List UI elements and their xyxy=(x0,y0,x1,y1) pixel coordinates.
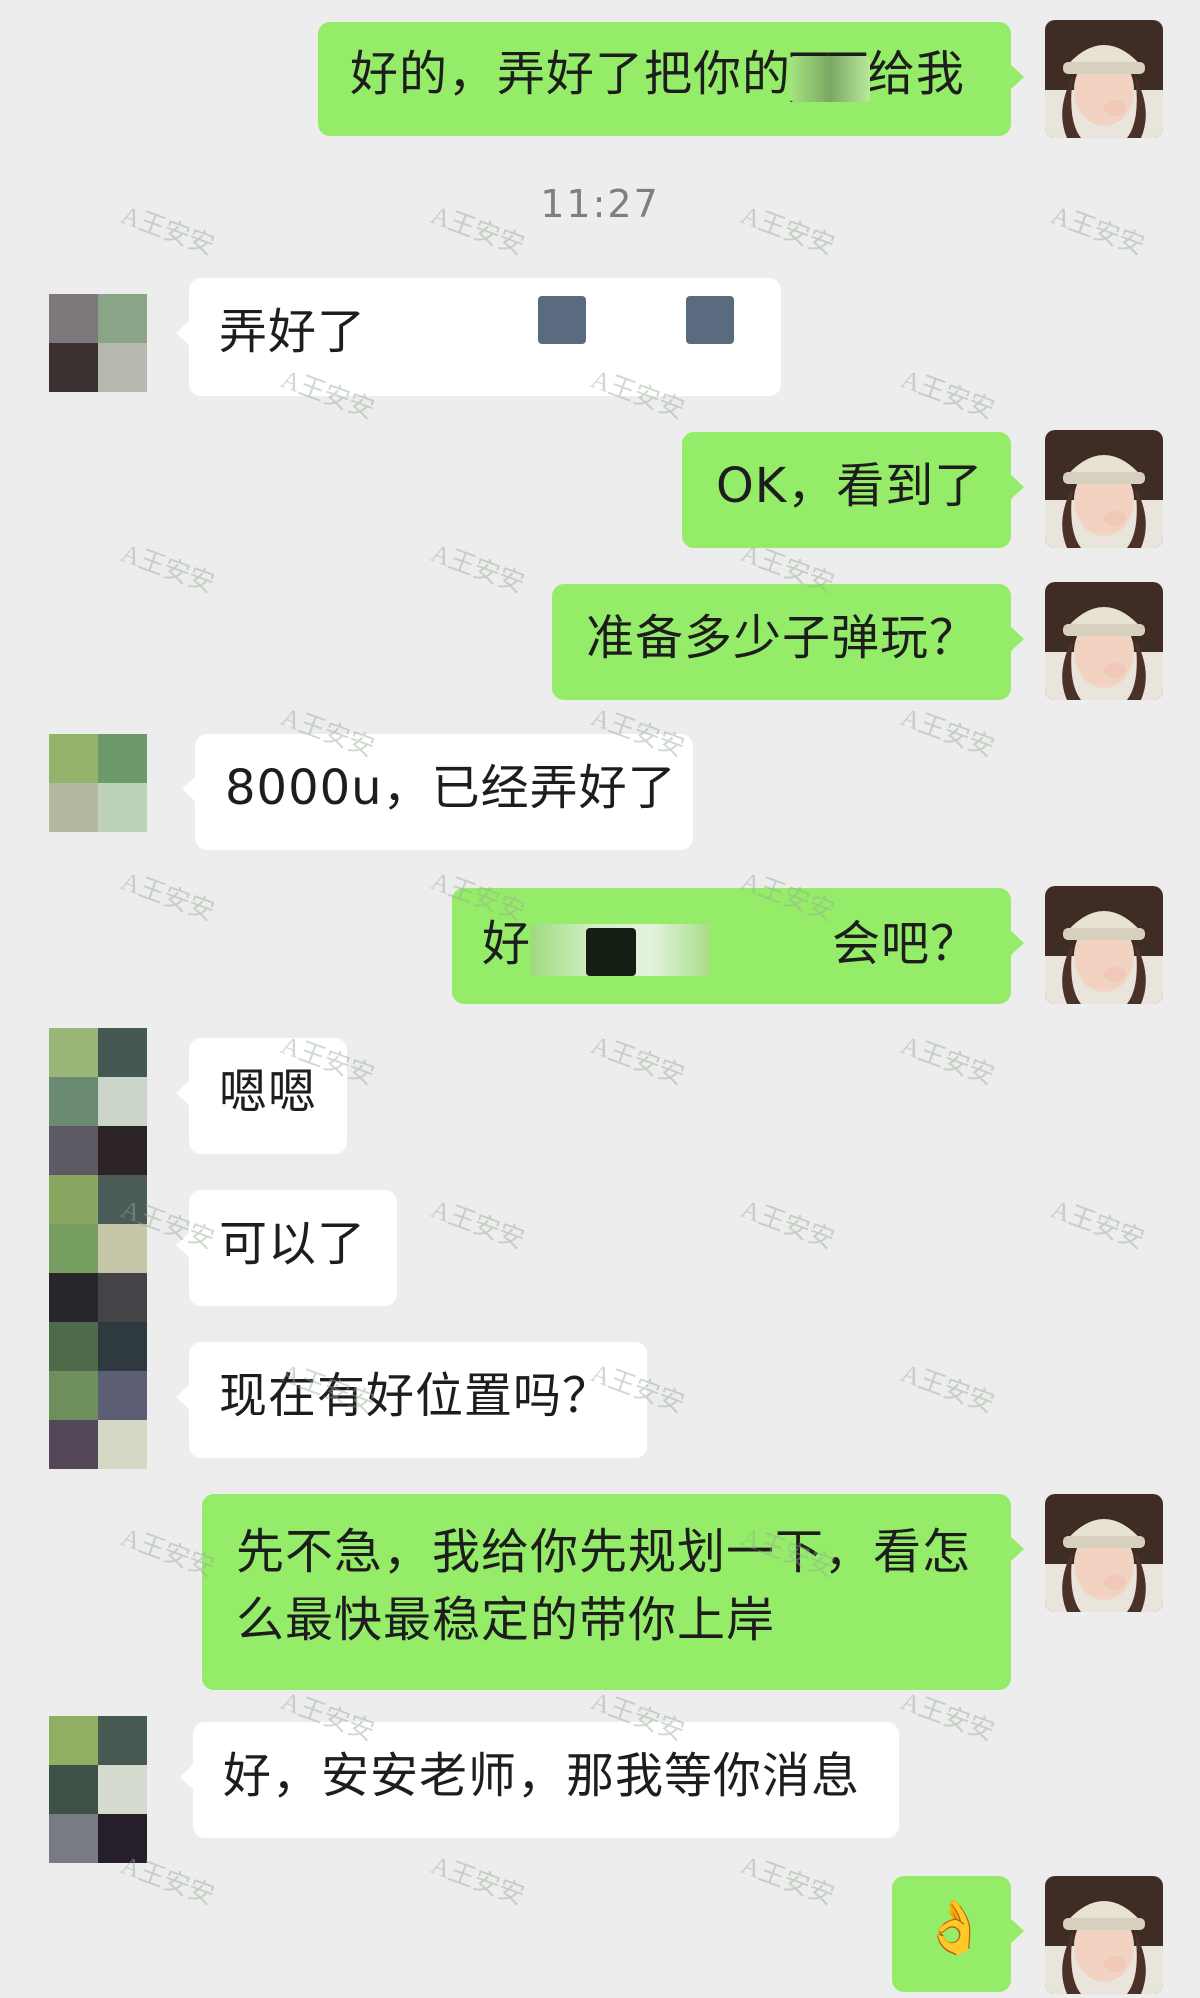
watermark: A王安安 xyxy=(427,1194,529,1255)
message-bubble-received[interactable]: 现在有好位置吗？ xyxy=(176,1342,647,1458)
redacted-blur xyxy=(790,56,870,102)
message-bubble-received[interactable]: 嗯嗯 xyxy=(176,1038,347,1154)
message-bubble-sent[interactable]: 好的，弄好了把你的▇▇给我 xyxy=(318,22,1024,136)
message-timestamp: 11:27 xyxy=(540,182,660,226)
watermark: A王安安 xyxy=(587,1030,689,1091)
contact-avatar-icon[interactable] xyxy=(49,734,147,832)
watermark: A王安安 xyxy=(897,364,999,425)
redacted-block xyxy=(686,296,734,344)
watermark: A王安安 xyxy=(897,1686,999,1747)
my-avatar-icon[interactable] xyxy=(1045,582,1163,700)
message-text: 好，安安老师，那我等你消息 xyxy=(223,1748,861,1804)
message-text: 准备多少子弹玩？ xyxy=(586,610,979,666)
message-bubble-received[interactable]: 8000u，已经弄好了 xyxy=(182,734,693,850)
message-text: 好的，弄好了把你的▇▇给我 xyxy=(350,46,965,102)
message-text: 嗯嗯 xyxy=(219,1064,318,1120)
watermark: A王安安 xyxy=(1047,1194,1149,1255)
redacted-block xyxy=(586,928,636,976)
watermark: A王安安 xyxy=(427,538,529,599)
message-text-start: 好 xyxy=(482,916,532,972)
my-avatar-icon[interactable] xyxy=(1045,886,1163,1004)
watermark: A王安安 xyxy=(897,1358,999,1419)
message-bubble-sent[interactable]: 准备多少子弹玩？ xyxy=(552,584,1024,700)
ok-hand-emoji-icon: 👌 xyxy=(922,1898,988,1958)
watermark: A王安安 xyxy=(117,866,219,927)
redacted-block xyxy=(538,296,586,344)
message-text-line: 先不急，我给你先规划一下，看怎 xyxy=(236,1524,972,1580)
message-bubble-sent[interactable]: OK，看到了 xyxy=(682,432,1024,548)
message-bubble-received[interactable]: 好，安安老师，那我等你消息 xyxy=(180,1722,899,1838)
message-bubble-received[interactable]: 可以了 xyxy=(176,1190,397,1306)
my-avatar-icon[interactable] xyxy=(1045,1876,1163,1994)
message-bubble-sent[interactable]: 先不急，我给你先规划一下，看怎 么最快最稳定的带你上岸 xyxy=(202,1494,1024,1690)
my-avatar-icon[interactable] xyxy=(1045,1494,1163,1612)
message-text-end: 会吧？ xyxy=(832,916,980,972)
watermark: A王安安 xyxy=(897,702,999,763)
message-text: 弄好了 xyxy=(219,304,367,360)
watermark: A王安安 xyxy=(737,1850,839,1911)
watermark: A王安安 xyxy=(427,1850,529,1911)
message-text: 可以了 xyxy=(219,1216,367,1272)
message-text: OK，看到了 xyxy=(716,458,984,514)
my-avatar-icon[interactable] xyxy=(1045,430,1163,548)
message-text: 现在有好位置吗？ xyxy=(219,1368,612,1424)
watermark: A王安安 xyxy=(117,538,219,599)
my-avatar-icon[interactable] xyxy=(1045,20,1163,138)
redacted-blur xyxy=(368,296,488,358)
message-bubble-sent[interactable]: 👌 xyxy=(892,1876,1024,1992)
watermark: A王安安 xyxy=(737,1194,839,1255)
message-text-line: 么最快最稳定的带你上岸 xyxy=(236,1592,776,1648)
contact-avatar-icon[interactable] xyxy=(49,294,147,392)
watermark: A王安安 xyxy=(897,1030,999,1091)
contact-avatar-icon[interactable] xyxy=(49,1028,147,1469)
message-text: 8000u，已经弄好了 xyxy=(225,760,677,816)
contact-avatar-icon[interactable] xyxy=(49,1716,147,1863)
